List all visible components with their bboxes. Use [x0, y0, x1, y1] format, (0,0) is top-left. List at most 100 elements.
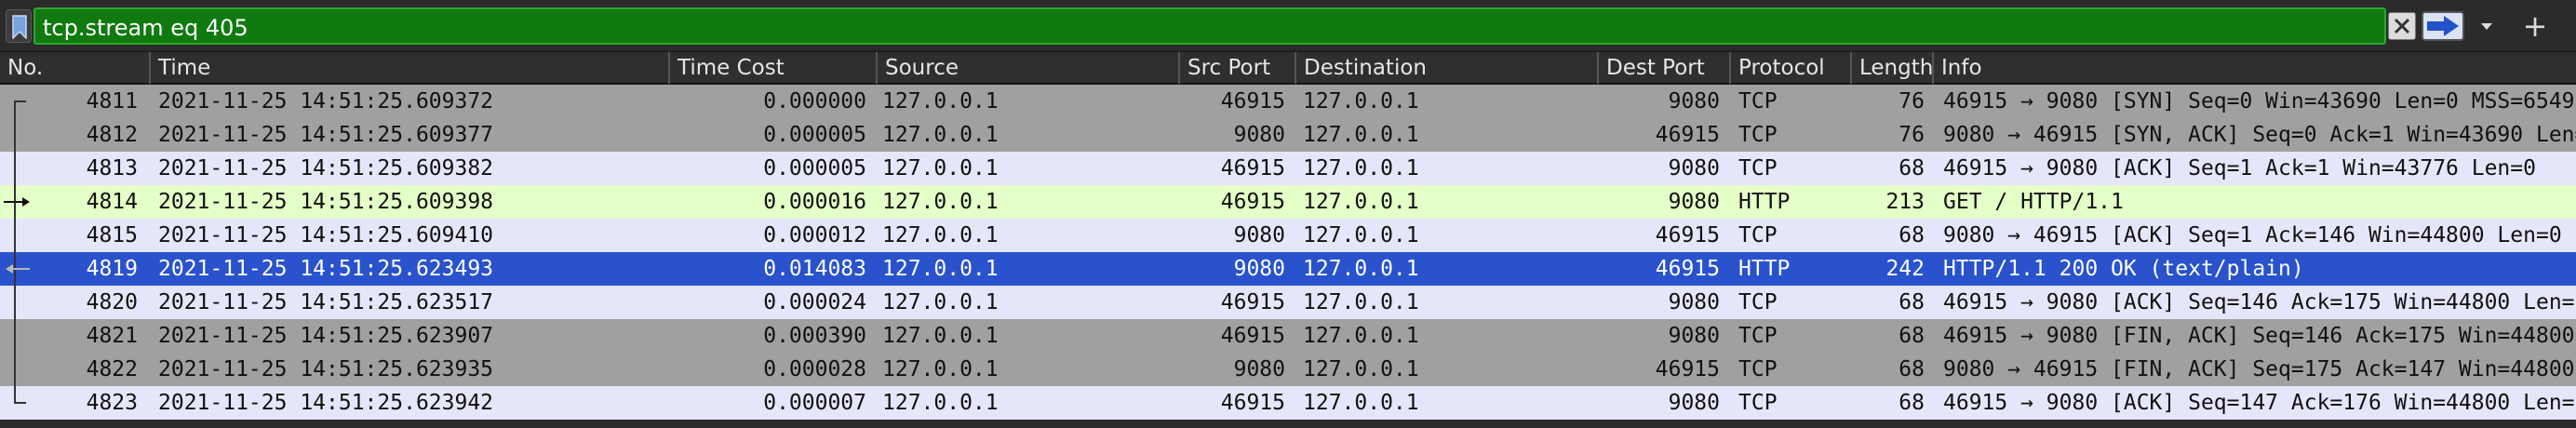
packet-time: 2021-11-25 14:51:25.609410 [158, 223, 494, 247]
packet-no: 4819 [86, 257, 138, 281]
packet-no: 4822 [86, 357, 138, 381]
packet-time: 2021-11-25 14:51:25.623942 [158, 391, 494, 415]
display-filter-toolbar: tcp.stream eq 405 + [0, 0, 2576, 52]
packet-time: 2021-11-25 14:51:25.609382 [158, 156, 494, 181]
packet-source: 127.0.0.1 [882, 123, 999, 147]
packet-info: 46915 → 9080 [SYN] Seq=0 Win=43690 Len=0… [1943, 89, 2576, 114]
packet-row[interactable]: 4822 2021-11-25 14:51:25.623935 0.000028… [0, 353, 2576, 386]
packet-no: 4821 [86, 324, 138, 348]
bookmark-icon [12, 15, 27, 39]
packet-protocol: TCP [1738, 156, 1778, 181]
packet-src-port: 9080 [1233, 357, 1285, 381]
packet-dest-port: 9080 [1668, 324, 1720, 348]
clear-filter-button[interactable] [2388, 12, 2416, 40]
packet-info: HTTP/1.1 200 OK (text/plain) [1943, 257, 2304, 281]
packet-destination: 127.0.0.1 [1303, 223, 1419, 247]
column-header-length[interactable]: Length [1852, 52, 1934, 84]
packet-row[interactable]: 4812 2021-11-25 14:51:25.609377 0.000005… [0, 118, 2576, 152]
packet-protocol: TCP [1738, 123, 1778, 147]
packet-info: 46915 → 9080 [ACK] Seq=147 Ack=176 Win=4… [1943, 391, 2576, 415]
packet-row[interactable]: 4823 2021-11-25 14:51:25.623942 0.000007… [0, 386, 2576, 420]
packet-source: 127.0.0.1 [882, 223, 999, 247]
packet-src-port: 9080 [1233, 257, 1285, 281]
packet-time: 2021-11-25 14:51:25.623935 [158, 357, 494, 381]
column-header-protocol[interactable]: Protocol [1731, 52, 1852, 84]
column-header-time[interactable]: Time [151, 52, 670, 84]
packet-time-cost: 0.000024 [763, 290, 866, 314]
display-filter-input[interactable]: tcp.stream eq 405 [34, 7, 2386, 45]
filter-history-dropdown[interactable] [2474, 13, 2500, 39]
chevron-down-icon [2481, 23, 2492, 30]
packet-row[interactable]: 4820 2021-11-25 14:51:25.623517 0.000024… [0, 286, 2576, 319]
column-header-time-cost[interactable]: Time Cost [670, 52, 878, 84]
packet-length: 76 [1898, 89, 1925, 114]
column-header-source[interactable]: Source [878, 52, 1180, 84]
packet-row[interactable]: 4813 2021-11-25 14:51:25.609382 0.000005… [0, 152, 2576, 185]
packet-length: 68 [1898, 391, 1925, 415]
filter-bookmark-button[interactable] [6, 9, 32, 43]
packet-time-cost: 0.000012 [763, 223, 866, 247]
packet-length: 76 [1898, 123, 1925, 147]
packet-time-cost: 0.000016 [763, 190, 866, 214]
packet-source: 127.0.0.1 [882, 257, 999, 281]
packet-source: 127.0.0.1 [882, 190, 999, 214]
packet-list-header: No. Time Time Cost Source Src Port Desti… [0, 52, 2576, 84]
packet-dest-port: 9080 [1668, 290, 1720, 314]
packet-destination: 127.0.0.1 [1303, 190, 1419, 214]
packet-row[interactable]: 4814 2021-11-25 14:51:25.609398 0.000016… [0, 185, 2576, 219]
packet-src-port: 46915 [1220, 156, 1285, 181]
apply-filter-button[interactable] [2422, 11, 2464, 41]
packet-no: 4820 [86, 290, 138, 314]
packet-no: 4811 [86, 89, 138, 114]
column-header-src-port[interactable]: Src Port [1180, 52, 1296, 84]
column-header-info[interactable]: Info [1934, 52, 2576, 84]
packet-time: 2021-11-25 14:51:25.623907 [158, 324, 494, 348]
column-header-destination[interactable]: Destination [1296, 52, 1599, 84]
status-strip [0, 420, 2576, 428]
packet-row[interactable]: 4821 2021-11-25 14:51:25.623907 0.000390… [0, 319, 2576, 353]
display-filter-text[interactable]: tcp.stream eq 405 [43, 15, 248, 41]
packet-src-port: 9080 [1233, 223, 1285, 247]
packet-row-selected[interactable]: 4819 2021-11-25 14:51:25.623493 0.014083… [0, 252, 2576, 286]
packet-length: 68 [1898, 156, 1925, 181]
packet-source: 127.0.0.1 [882, 357, 999, 381]
packet-row[interactable]: 4815 2021-11-25 14:51:25.609410 0.000012… [0, 219, 2576, 252]
packet-info: 9080 → 46915 [ACK] Seq=1 Ack=146 Win=448… [1943, 223, 2562, 247]
packet-protocol: TCP [1738, 324, 1778, 348]
packet-dest-port: 46915 [1655, 357, 1720, 381]
packet-time-cost: 0.000005 [763, 123, 866, 147]
packet-time: 2021-11-25 14:51:25.609398 [158, 190, 494, 214]
apply-arrow-icon [2427, 16, 2459, 36]
packet-destination: 127.0.0.1 [1303, 156, 1419, 181]
packet-info: GET / HTTP/1.1 [1943, 190, 2124, 214]
packet-destination: 127.0.0.1 [1303, 89, 1419, 114]
packet-source: 127.0.0.1 [882, 391, 999, 415]
packet-dest-port: 46915 [1655, 223, 1720, 247]
packet-src-port: 46915 [1220, 190, 1285, 214]
add-filter-button[interactable]: + [2516, 9, 2554, 43]
packet-no: 4815 [86, 223, 138, 247]
packet-dest-port: 9080 [1668, 156, 1720, 181]
packet-time-cost: 0.000028 [763, 357, 866, 381]
packet-src-port: 46915 [1220, 89, 1285, 114]
packet-row[interactable]: 4811 2021-11-25 14:51:25.609372 0.000000… [0, 85, 2576, 118]
packet-dest-port: 9080 [1668, 89, 1720, 114]
packet-no: 4812 [86, 123, 138, 147]
packet-dest-port: 9080 [1668, 190, 1720, 214]
packet-time-cost: 0.000000 [763, 89, 866, 114]
packet-length: 68 [1898, 357, 1925, 381]
packet-no: 4823 [86, 391, 138, 415]
packet-info: 46915 → 9080 [ACK] Seq=146 Ack=175 Win=4… [1943, 290, 2576, 314]
packet-length: 68 [1898, 223, 1925, 247]
packet-destination: 127.0.0.1 [1303, 391, 1419, 415]
packet-protocol: TCP [1738, 290, 1778, 314]
packet-src-port: 46915 [1220, 290, 1285, 314]
packet-time-cost: 0.000007 [763, 391, 866, 415]
column-header-no[interactable]: No. [0, 52, 151, 84]
packet-src-port: 46915 [1220, 324, 1285, 348]
packet-time: 2021-11-25 14:51:25.609377 [158, 123, 494, 147]
packet-length: 242 [1885, 257, 1925, 281]
packet-src-port: 9080 [1233, 123, 1285, 147]
column-header-dest-port[interactable]: Dest Port [1599, 52, 1731, 84]
packet-protocol: HTTP [1738, 257, 1791, 281]
